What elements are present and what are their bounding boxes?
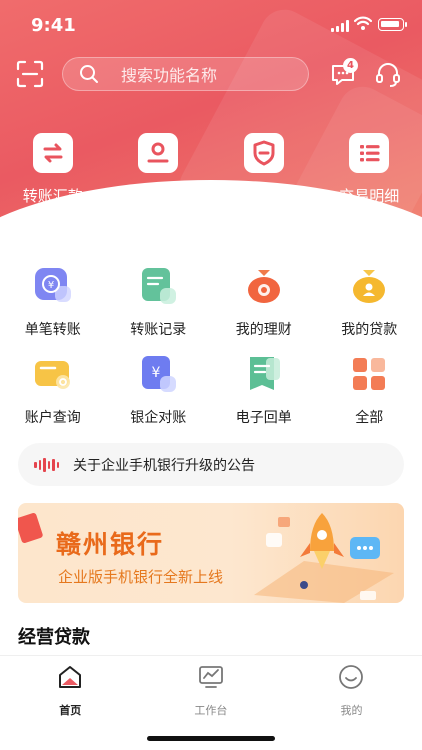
announcement-bar[interactable]: 关于企业手机银行升级的公告	[18, 443, 404, 486]
e-receipt-icon	[244, 354, 284, 394]
quick-action-account[interactable]: 我的账户	[106, 130, 212, 210]
quick-action-transfer[interactable]: 转账汇款	[0, 130, 106, 210]
search-icon	[80, 65, 98, 83]
grid-item-label: 单笔转账	[24, 322, 81, 338]
signal-icon	[331, 20, 349, 32]
transfer-icon	[32, 133, 73, 173]
section-title: 经营贷款	[18, 627, 90, 648]
tab-profile[interactable]: 我的	[281, 656, 422, 750]
tab-label: 工作台	[194, 704, 228, 717]
account-icon	[138, 133, 179, 173]
shield-icon	[243, 133, 284, 173]
grid-item-label: 我的理财	[235, 322, 292, 338]
quick-action-label: 交易明细	[339, 187, 400, 205]
grid-item-label: 全部	[355, 410, 384, 426]
home-indicator	[147, 736, 275, 741]
wifi-icon	[354, 16, 372, 30]
workbench-icon	[198, 666, 223, 688]
grid-item-wealth[interactable]: 我的理财	[211, 266, 317, 354]
tab-label: 首页	[59, 704, 82, 717]
grid-item-label: 我的贷款	[341, 322, 398, 338]
home-icon	[59, 666, 82, 688]
quick-actions: 转账汇款 我的账户 授权中心 交易明细	[0, 130, 422, 210]
banner-flag-decoration	[18, 512, 44, 544]
banner-title: 赣州银行	[56, 530, 165, 559]
single-transfer-icon: ¥	[33, 266, 73, 306]
grid-item-account-query[interactable]: 账户查询	[0, 354, 106, 442]
grid-item-label: 电子回单	[235, 410, 292, 426]
promo-banner[interactable]: 赣州银行 企业版手机银行全新上线	[18, 503, 404, 603]
announcement-icon	[34, 457, 59, 472]
search-bar[interactable]: 搜索功能名称	[62, 57, 309, 91]
rocket-illustration	[254, 513, 394, 603]
wealth-icon	[244, 266, 284, 306]
grid-item-e-receipt[interactable]: 电子回单	[211, 354, 317, 442]
tab-label: 我的	[340, 704, 363, 717]
quick-action-authorization[interactable]: 授权中心	[211, 130, 317, 210]
svg-text:¥: ¥	[48, 280, 54, 291]
quick-action-label: 我的账户	[128, 187, 189, 205]
top-bar: 搜索功能名称 4	[0, 56, 422, 92]
grid-item-label: 转账记录	[130, 322, 187, 338]
battery-icon	[378, 18, 407, 31]
profile-icon	[339, 665, 364, 689]
status-bar: 9:41	[0, 0, 422, 50]
account-query-icon	[33, 354, 73, 394]
list-icon	[349, 133, 390, 173]
status-time: 9:41	[31, 15, 76, 36]
loan-icon	[349, 266, 389, 306]
grid-item-all[interactable]: 全部	[317, 354, 422, 442]
headset-icon[interactable]	[374, 62, 402, 88]
quick-action-transactions[interactable]: 交易明细	[317, 130, 422, 210]
grid-item-transfer-record[interactable]: 转账记录	[106, 266, 212, 354]
banner-subtitle: 企业版手机银行全新上线	[58, 568, 224, 586]
scan-icon[interactable]	[16, 60, 44, 88]
grid-item-single-transfer[interactable]: ¥ 单笔转账	[0, 266, 106, 354]
function-grid: ¥ 单笔转账 转账记录 我的理财 我的贷款 账户查询 ¥ 银企对账 电子回单 全…	[0, 266, 422, 442]
svg-text:¥: ¥	[152, 365, 161, 381]
transfer-record-icon	[138, 266, 178, 306]
grid-item-loan[interactable]: 我的贷款	[317, 266, 422, 354]
message-badge: 4	[343, 58, 358, 73]
search-placeholder: 搜索功能名称	[121, 66, 218, 85]
grid-item-label: 账户查询	[24, 410, 81, 426]
reconcile-icon: ¥	[138, 354, 178, 394]
tab-home[interactable]: 首页	[0, 656, 141, 750]
quick-action-label: 授权中心	[233, 187, 294, 205]
announcement-text: 关于企业手机银行升级的公告	[73, 457, 255, 474]
grid-item-label: 银企对账	[130, 410, 187, 426]
quick-action-label: 转账汇款	[22, 187, 83, 205]
all-icon	[349, 354, 389, 394]
grid-item-reconcile[interactable]: ¥ 银企对账	[106, 354, 212, 442]
